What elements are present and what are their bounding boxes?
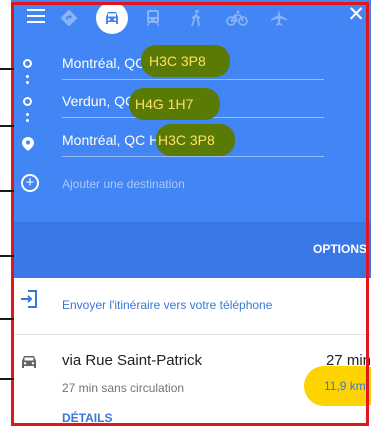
directions-panel: ✕ Montréal, QC H3C 3P8 H3C 3P8 Verdun, Q…: [11, 0, 371, 427]
mode-driving[interactable]: [96, 2, 128, 34]
annotation-tick: [0, 378, 14, 380]
route-via-label[interactable]: via Rue Saint-Patrick: [62, 352, 202, 369]
send-to-phone-link[interactable]: Envoyer l'itinéraire vers votre téléphon…: [62, 298, 272, 312]
annotation-tick: [0, 125, 14, 127]
car-icon: [22, 356, 36, 368]
send-to-phone-icon[interactable]: [20, 290, 38, 308]
waypoint-postal-highlight: H4G 1H7: [129, 88, 220, 120]
annotation-tick: [0, 255, 14, 257]
menu-icon[interactable]: [27, 9, 45, 23]
divider: [11, 334, 371, 335]
mode-cycling[interactable]: [221, 2, 253, 34]
annotation-tick: [0, 190, 14, 192]
route-distance-badge: 11,9 km: [304, 366, 371, 406]
mode-transit[interactable]: [137, 2, 169, 34]
plane-icon: [271, 10, 287, 26]
diamond-turn-icon: [60, 9, 78, 27]
origin-circle-icon: [23, 59, 32, 68]
annotation-tick: [0, 318, 14, 320]
close-icon[interactable]: ✕: [347, 3, 365, 27]
mode-walking[interactable]: [180, 2, 212, 34]
train-icon: [146, 10, 160, 27]
mode-flight[interactable]: [263, 2, 295, 34]
annotation-tick: [0, 68, 14, 70]
mode-best-route[interactable]: [53, 2, 85, 34]
destination-postal-highlight: H3C 3P8: [156, 124, 235, 156]
car-icon: [106, 12, 118, 24]
add-destination-icon[interactable]: +: [21, 174, 39, 192]
options-button[interactable]: OPTIONS: [313, 242, 367, 256]
bike-icon: [226, 10, 248, 26]
origin-postal-highlight: H3C 3P8: [141, 45, 230, 77]
waypoint-circle-icon: [23, 97, 32, 106]
route-dots-icon: [26, 75, 29, 87]
details-link[interactable]: DÉTAILS: [62, 411, 112, 425]
destination-pin-icon: [22, 137, 34, 151]
route-dots-icon: [26, 113, 29, 125]
walk-icon: [191, 9, 201, 27]
add-destination-input[interactable]: Ajouter une destination: [62, 177, 185, 191]
route-no-traffic-time: 27 min sans circulation: [62, 381, 185, 395]
